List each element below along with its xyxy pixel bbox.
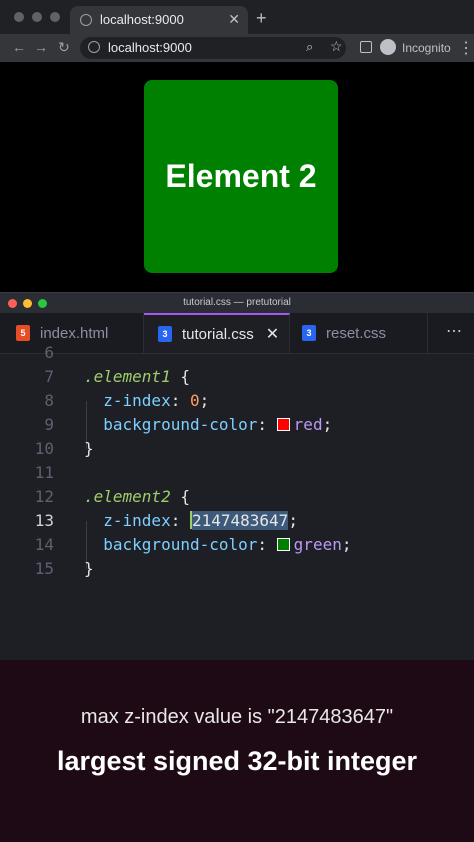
selected-value: 2147483647 xyxy=(191,511,289,530)
browser-menu-icon[interactable]: ⋮ xyxy=(458,38,474,58)
tab-label: index.html xyxy=(40,324,109,342)
search-icon[interactable]: ⌕ xyxy=(306,39,313,55)
caption-line-1: max z-index value is "2147483647" xyxy=(80,706,394,728)
side-panel-icon[interactable] xyxy=(360,41,372,53)
color-swatch-red[interactable] xyxy=(276,418,290,431)
line-number: 8 xyxy=(44,391,54,410)
line-content: .element1 { xyxy=(84,367,190,386)
caption-line-2: largest signed 32-bit integer xyxy=(56,746,418,776)
value: green xyxy=(293,535,342,554)
line-content: .element2 { xyxy=(84,487,190,506)
site-info-icon[interactable] xyxy=(88,41,100,53)
code-line: 14 background-color: green; xyxy=(0,535,474,559)
code-editor-window: tutorial.css — pretutorial 5 index.html … xyxy=(0,292,474,661)
line-number: 13 xyxy=(34,511,54,530)
incognito-label[interactable]: Incognito xyxy=(402,41,451,55)
bookmark-star-icon[interactable]: ☆ xyxy=(330,38,343,55)
caption-area: max z-index value is "2147483647" larges… xyxy=(0,660,474,842)
line-content: } xyxy=(84,439,94,458)
code-line: 9 background-color: red; xyxy=(0,415,474,439)
html5-icon: 5 xyxy=(16,325,30,341)
forward-icon[interactable]: → xyxy=(34,39,48,55)
css3-icon: 3 xyxy=(302,325,316,341)
url-text: localhost:9000 xyxy=(108,40,192,55)
more-actions-icon[interactable]: ⋯ xyxy=(446,321,462,341)
editor-window-title: tutorial.css — pretutorial xyxy=(183,297,291,308)
selector: .element1 xyxy=(84,367,171,386)
line-number: 12 xyxy=(34,487,54,506)
code-area[interactable]: 6 7 .element1 { 8 z-index: 0; 9 backgrou… xyxy=(0,343,474,653)
browser-toolbar: ← → ↻ localhost:9000 ⌕ ☆ Incognito ⋮ xyxy=(0,34,474,62)
css3-icon: 3 xyxy=(158,326,172,342)
color-swatch-green[interactable] xyxy=(276,538,290,551)
line-content: background-color: green; xyxy=(103,535,352,554)
property: background-color xyxy=(103,415,258,434)
line-content: z-index: 0; xyxy=(103,391,210,410)
property: z-index xyxy=(103,391,171,410)
line-number: 6 xyxy=(44,343,54,362)
back-icon[interactable]: ← xyxy=(12,39,26,55)
property: z-index xyxy=(103,511,171,530)
line-number: 10 xyxy=(34,439,54,458)
minimize-window-button[interactable] xyxy=(32,12,42,22)
tab-bar: localhost:9000 ✕ + xyxy=(0,0,474,34)
line-number: 14 xyxy=(34,535,54,554)
line-content: } xyxy=(84,559,94,578)
selector: .element2 xyxy=(84,487,171,506)
page-viewport: Element 2 xyxy=(0,62,474,292)
value: red xyxy=(293,415,323,434)
line-number: 9 xyxy=(44,415,54,434)
editor-titlebar: tutorial.css — pretutorial xyxy=(0,293,474,313)
globe-icon xyxy=(80,14,92,26)
line-content: background-color: red; xyxy=(103,415,333,434)
browser-chrome: localhost:9000 ✕ + ← → ↻ localhost:9000 … xyxy=(0,0,474,62)
reload-icon[interactable]: ↻ xyxy=(58,39,70,56)
property: background-color xyxy=(103,535,258,554)
line-number: 11 xyxy=(34,463,54,482)
tab-label: reset.css xyxy=(326,324,387,342)
browser-tab[interactable]: localhost:9000 ✕ xyxy=(70,6,248,34)
line-content: z-index: 2147483647; xyxy=(103,511,298,530)
window-controls xyxy=(14,12,60,22)
code-line: 12 .element2 { xyxy=(0,487,474,511)
code-line-current: 13 z-index: 2147483647; xyxy=(0,511,474,535)
value: 0 xyxy=(189,391,200,410)
tab-title: localhost:9000 xyxy=(100,12,184,27)
code-line: 11 xyxy=(0,463,474,487)
code-line: 7 .element1 { xyxy=(0,367,474,391)
line-number: 15 xyxy=(34,559,54,578)
close-window-button[interactable] xyxy=(14,12,24,22)
close-tab-icon[interactable]: ✕ xyxy=(266,324,279,344)
element-2-box: Element 2 xyxy=(144,80,338,273)
line-number: 7 xyxy=(44,367,54,386)
incognito-icon[interactable] xyxy=(380,39,396,55)
tab-label: tutorial.css xyxy=(182,325,254,343)
address-bar[interactable]: localhost:9000 ⌕ ☆ xyxy=(80,37,346,59)
code-line: 15 } xyxy=(0,559,474,583)
maximize-window-button[interactable] xyxy=(50,12,60,22)
close-tab-icon[interactable]: ✕ xyxy=(228,11,240,28)
code-line: 8 z-index: 0; xyxy=(0,391,474,415)
code-line: 6 xyxy=(0,343,474,367)
new-tab-button[interactable]: + xyxy=(256,8,267,29)
code-line: 10 } xyxy=(0,439,474,463)
